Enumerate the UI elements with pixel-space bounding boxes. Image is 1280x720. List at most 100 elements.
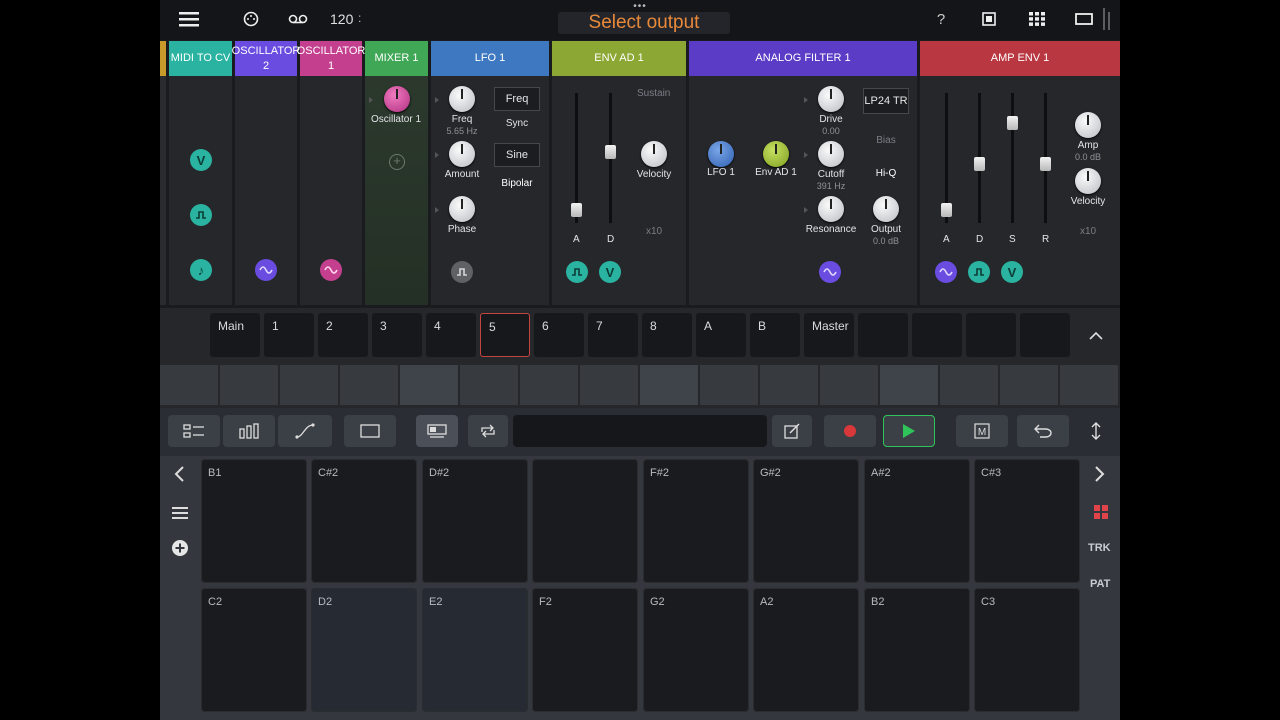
note-pad[interactable]: G2 (643, 588, 749, 712)
track-button[interactable] (966, 313, 1016, 357)
note-pad[interactable] (532, 459, 638, 583)
bars-view-button[interactable] (223, 415, 275, 447)
track-button[interactable] (912, 313, 962, 357)
window-icon[interactable] (1074, 8, 1094, 30)
midi-icon[interactable] (240, 8, 262, 30)
amp-attack-slider[interactable] (941, 93, 952, 223)
sine-out-icon[interactable] (819, 261, 841, 283)
tape-icon[interactable] (286, 8, 310, 30)
freq-mode-button[interactable]: Freq (494, 87, 540, 111)
waveform-select[interactable]: Sine (494, 143, 540, 167)
track-button[interactable]: 4 (426, 313, 476, 357)
note-pad[interactable]: G#2 (753, 459, 859, 583)
track-button[interactable]: 7 (588, 313, 638, 357)
filter-type-select[interactable]: LP24 TR (863, 88, 909, 114)
edit-button[interactable] (772, 415, 812, 447)
pattern-cell[interactable] (580, 365, 638, 405)
gate-out-badge[interactable] (190, 204, 212, 226)
note-pad[interactable]: F#2 (643, 459, 749, 583)
phase-knob[interactable] (449, 196, 475, 222)
note-pad[interactable]: A2 (753, 588, 859, 712)
velocity-in-badge[interactable]: V (599, 261, 621, 283)
track-button[interactable] (858, 313, 908, 357)
track-button[interactable]: B (750, 313, 800, 357)
env-mod-knob[interactable] (763, 141, 789, 167)
pads-view-button[interactable] (416, 415, 458, 447)
output-knob[interactable] (873, 196, 899, 222)
note-pad[interactable]: E2 (422, 588, 528, 712)
pattern-cell[interactable] (1060, 365, 1118, 405)
pattern-cell[interactable] (940, 365, 998, 405)
pitch-out-badge[interactable]: ♪ (190, 259, 212, 281)
track-button[interactable] (1020, 313, 1070, 357)
pattern-cell[interactable] (220, 365, 278, 405)
module-amp-env-1[interactable]: AMP ENV 1 A D S R Amp 0.0 dB Velocity x1… (920, 41, 1120, 305)
note-pad[interactable]: D2 (311, 588, 417, 712)
tempo-display[interactable]: 120 (330, 11, 353, 27)
velocity-knob[interactable] (641, 141, 667, 167)
sustain-label[interactable]: Sustain (637, 88, 670, 99)
amp-knob[interactable] (1075, 112, 1101, 138)
note-pad[interactable]: A#2 (864, 459, 970, 583)
note-pad[interactable]: F2 (532, 588, 638, 712)
undo-button[interactable] (1017, 415, 1069, 447)
prev-octave-icon[interactable] (172, 464, 186, 489)
pattern-cell[interactable] (280, 365, 338, 405)
amp-x10-label[interactable]: x10 (1080, 226, 1096, 237)
x10-label[interactable]: x10 (646, 226, 662, 237)
sync-label[interactable]: Sync (494, 118, 540, 129)
pattern-cell[interactable] (760, 365, 818, 405)
menu-icon[interactable] (178, 8, 200, 30)
pattern-cell[interactable] (340, 365, 398, 405)
freq-knob[interactable] (449, 86, 475, 112)
record-button[interactable] (824, 415, 876, 447)
sine-out-icon[interactable] (255, 259, 277, 281)
cutoff-knob[interactable] (818, 141, 844, 167)
rack-view-button[interactable] (344, 415, 396, 447)
note-pad[interactable]: C#3 (974, 459, 1080, 583)
play-button[interactable] (883, 415, 935, 447)
note-pad[interactable]: C2 (201, 588, 307, 712)
track-button[interactable]: Master (804, 313, 854, 357)
module-midi-to-cv[interactable]: MIDI TO CV V ♪ (169, 41, 232, 305)
module-oscillator-2[interactable]: OSCILLATOR 2 (232, 41, 300, 305)
pattern-cell[interactable] (640, 365, 698, 405)
track-button[interactable]: 8 (642, 313, 692, 357)
grid-view-icon[interactable] (1027, 8, 1047, 30)
pad-grid-icon[interactable] (1094, 505, 1108, 524)
resize-panel-icon[interactable] (1080, 415, 1112, 447)
module-lfo-1[interactable]: LFO 1 Freq 5.65 Hz Amount Phase Freq Syn… (431, 41, 549, 305)
mixer-view-button[interactable] (168, 415, 220, 447)
pattern-mode-button[interactable]: PAT (1090, 578, 1110, 590)
track-button[interactable]: Main (210, 313, 260, 357)
amp-decay-slider[interactable] (974, 93, 985, 223)
help-icon[interactable]: ? (932, 8, 950, 30)
track-button[interactable]: 6 (534, 313, 584, 357)
pattern-cell[interactable] (880, 365, 938, 405)
track-button[interactable]: 1 (264, 313, 314, 357)
amp-sustain-slider[interactable] (1007, 93, 1018, 223)
output-selector[interactable]: Select output (558, 12, 730, 34)
pattern-cell[interactable] (520, 365, 578, 405)
more-dots-icon[interactable]: ••• (630, 2, 650, 12)
stop-square-icon[interactable] (980, 8, 998, 30)
module-env-ad-1[interactable]: ENV AD 1 Sustain A D Velocity x10 V (552, 41, 686, 305)
amp-attack-thumb[interactable] (941, 203, 952, 218)
list-menu-icon[interactable] (172, 506, 188, 525)
gate-in-badge[interactable] (968, 261, 990, 283)
pattern-cell[interactable] (160, 365, 218, 405)
track-button[interactable]: 5 (480, 313, 530, 357)
track-button[interactable]: 2 (318, 313, 368, 357)
note-pad[interactable]: D#2 (422, 459, 528, 583)
amp-release-thumb[interactable] (1040, 156, 1051, 171)
amount-knob[interactable] (449, 141, 475, 167)
pattern-name-field[interactable] (513, 415, 767, 447)
add-circle-icon[interactable] (171, 539, 189, 562)
note-pad[interactable]: C3 (974, 588, 1080, 712)
collapse-up-icon[interactable] (1088, 327, 1104, 345)
add-input-icon[interactable]: + (389, 154, 405, 170)
module-oscillator-1[interactable]: OSCILLATOR 1 (297, 41, 365, 305)
track-button[interactable]: 3 (372, 313, 422, 357)
square-out-icon[interactable] (451, 261, 473, 283)
automation-button[interactable] (278, 415, 332, 447)
